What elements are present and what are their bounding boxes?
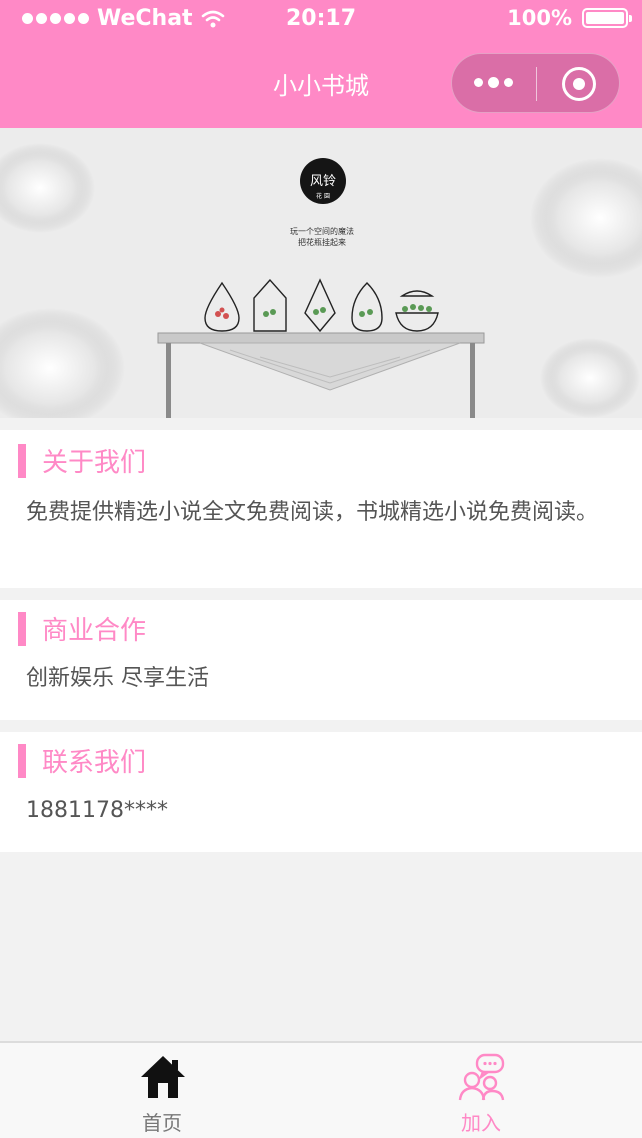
logo-text: 风铃 (310, 174, 336, 189)
battery-icon (582, 8, 632, 28)
contact-card: 联系我们 1881178**** (0, 732, 642, 852)
capsule-divider (536, 67, 537, 101)
tab-bar: 首页 加入 (0, 1041, 642, 1138)
section-body: 免费提供精选小说全文免费阅读，书城精选小说免费阅读。 (26, 500, 599, 525)
home-icon (141, 1056, 185, 1098)
section-body: 创新娱乐 尽享生活 (26, 666, 209, 691)
battery-percent: 100% (507, 6, 572, 30)
logo-sub: 花 園 (316, 192, 330, 200)
nav-bar: 小小书城 (0, 40, 642, 128)
more-icon[interactable] (474, 77, 513, 88)
tab-home[interactable]: 首页 (62, 1043, 262, 1138)
business-card: 商业合作 创新娱乐 尽享生活 (0, 600, 642, 720)
status-bar: WeChat 20:17 100% (0, 0, 642, 40)
battery-info: 100% (507, 6, 632, 30)
banner-illustration: 风铃 花 園 玩一个空间的魔法 把花瓶挂起来 (0, 128, 642, 418)
banner-tagline-1: 玩一个空间的魔法 (290, 226, 354, 236)
section-marker (18, 743, 26, 778)
section-title: 关于我们 (42, 448, 147, 478)
section-title: 商业合作 (42, 616, 147, 646)
tab-label: 首页 (142, 1111, 182, 1135)
mini-program-capsule (451, 53, 620, 113)
tab-label: 加入 (461, 1111, 501, 1135)
section-marker (18, 443, 26, 478)
close-target-icon[interactable] (562, 67, 596, 101)
tab-join[interactable]: 加入 (381, 1043, 581, 1138)
section-title: 联系我们 (42, 748, 147, 778)
users-chat-icon (458, 1053, 505, 1101)
about-us-card: 关于我们 免费提供精选小说全文免费阅读，书城精选小说免费阅读。 (0, 430, 642, 588)
banner-image[interactable]: 风铃 花 園 玩一个空间的魔法 把花瓶挂起来 (0, 128, 642, 418)
contact-phone: 1881178**** (26, 798, 168, 823)
section-marker (18, 611, 26, 646)
banner-tagline-2: 把花瓶挂起来 (298, 237, 346, 247)
